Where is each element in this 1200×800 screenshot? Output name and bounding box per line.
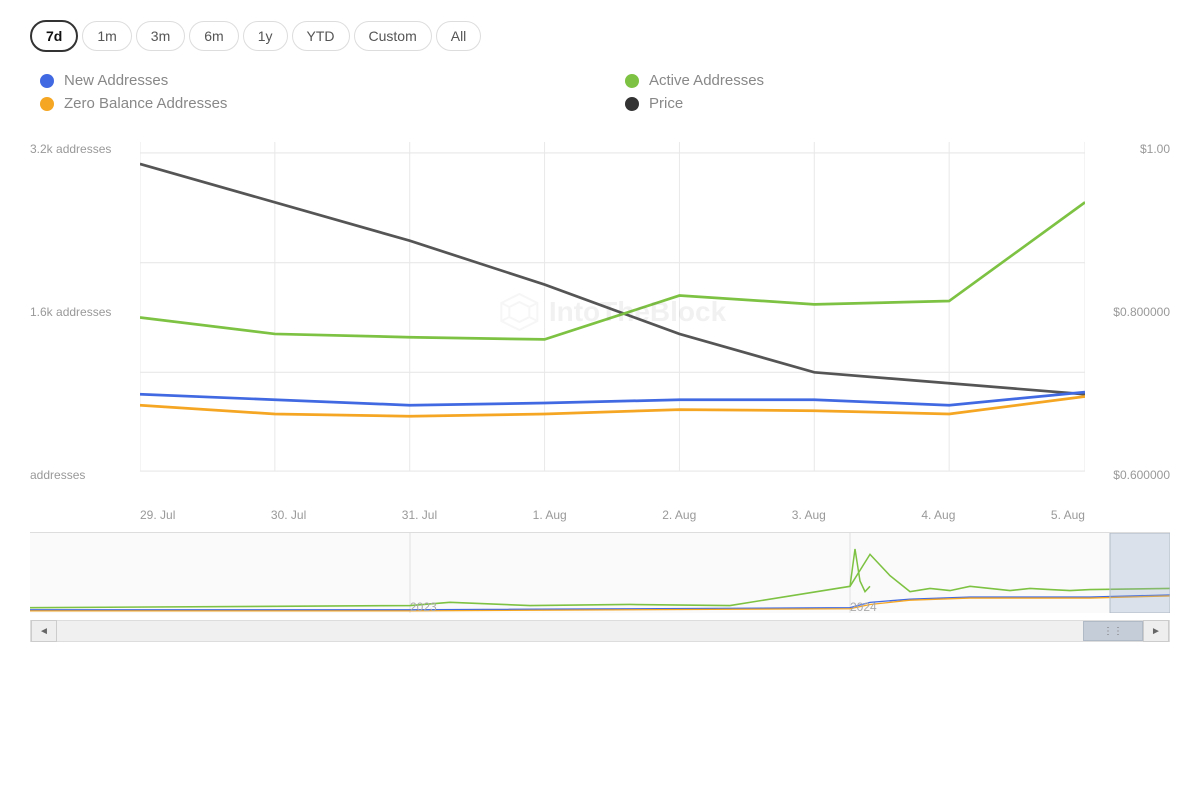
btn-1m[interactable]: 1m (82, 21, 131, 51)
y-label-mid-left: 1.6k addresses (30, 305, 140, 319)
main-chart-area: 3.2k addresses 1.6k addresses addresses … (30, 142, 1170, 522)
y-label-top-right: $1.00 (1090, 142, 1170, 156)
btn-1y[interactable]: 1y (243, 21, 288, 51)
y-label-mid-right: $0.800000 (1090, 305, 1170, 319)
y-axis-right: $1.00 $0.800000 $0.600000 (1090, 142, 1170, 482)
nav-year-2023: 2023 (410, 600, 437, 614)
legend-active-addresses: Active Addresses (625, 72, 1170, 89)
scroll-left-arrow: ◄ (39, 626, 49, 637)
nav-year-2024: 2024 (850, 600, 877, 614)
legend-dot-price (625, 97, 639, 111)
legend-price: Price (625, 95, 1170, 112)
legend-label-new-addresses: New Addresses (64, 72, 168, 89)
btn-7d[interactable]: 7d (30, 20, 78, 52)
scroll-handle-icon: ⋮⋮ (1103, 626, 1123, 637)
y-label-bot-right: $0.600000 (1090, 468, 1170, 482)
active-addresses-line (140, 202, 1085, 339)
new-addresses-line (140, 392, 1085, 405)
x-label-5: 3. Aug (792, 508, 826, 522)
time-range-bar: 7d 1m 3m 6m 1y YTD Custom All (30, 20, 1170, 52)
btn-3m[interactable]: 3m (136, 21, 185, 51)
x-label-2: 31. Jul (402, 508, 437, 522)
legend-zero-balance: Zero Balance Addresses (40, 95, 585, 112)
x-axis: 29. Jul 30. Jul 31. Jul 1. Aug 2. Aug 3.… (140, 487, 1085, 522)
btn-all[interactable]: All (436, 21, 482, 51)
chart-legend: New Addresses Active Addresses Zero Bala… (30, 72, 1170, 112)
scroll-left-button[interactable]: ◄ (31, 620, 57, 642)
main-container: 7d 1m 3m 6m 1y YTD Custom All New Addres… (0, 0, 1200, 800)
x-label-4: 2. Aug (662, 508, 696, 522)
x-label-3: 1. Aug (533, 508, 567, 522)
legend-label-active-addresses: Active Addresses (649, 72, 764, 89)
legend-new-addresses: New Addresses (40, 72, 585, 89)
main-chart-svg (140, 142, 1085, 482)
chart-svg-wrapper: IntoTheBlock (140, 142, 1085, 482)
y-axis-left: 3.2k addresses 1.6k addresses addresses (30, 142, 140, 482)
legend-label-zero-balance: Zero Balance Addresses (64, 95, 227, 112)
x-label-6: 4. Aug (921, 508, 955, 522)
x-label-0: 29. Jul (140, 508, 175, 522)
price-line (140, 164, 1085, 394)
x-label-1: 30. Jul (271, 508, 306, 522)
navigator: 2023 2024 ◄ ⋮⋮ ► (30, 532, 1170, 642)
btn-ytd[interactable]: YTD (292, 21, 350, 51)
navigator-scrollbar[interactable]: ◄ ⋮⋮ ► (30, 620, 1170, 642)
legend-dot-new-addresses (40, 74, 54, 88)
y-label-top-left: 3.2k addresses (30, 142, 140, 156)
btn-6m[interactable]: 6m (189, 21, 238, 51)
scroll-thumb[interactable]: ⋮⋮ (1083, 621, 1143, 641)
scroll-track[interactable]: ⋮⋮ (57, 621, 1143, 641)
legend-dot-zero-balance (40, 97, 54, 111)
legend-label-price: Price (649, 95, 683, 112)
scroll-right-button[interactable]: ► (1143, 620, 1169, 642)
y-label-bot-left: addresses (30, 468, 140, 482)
navigator-svg (30, 533, 1170, 613)
x-label-7: 5. Aug (1051, 508, 1085, 522)
legend-dot-active-addresses (625, 74, 639, 88)
scroll-right-arrow: ► (1151, 626, 1161, 637)
btn-custom[interactable]: Custom (354, 21, 432, 51)
